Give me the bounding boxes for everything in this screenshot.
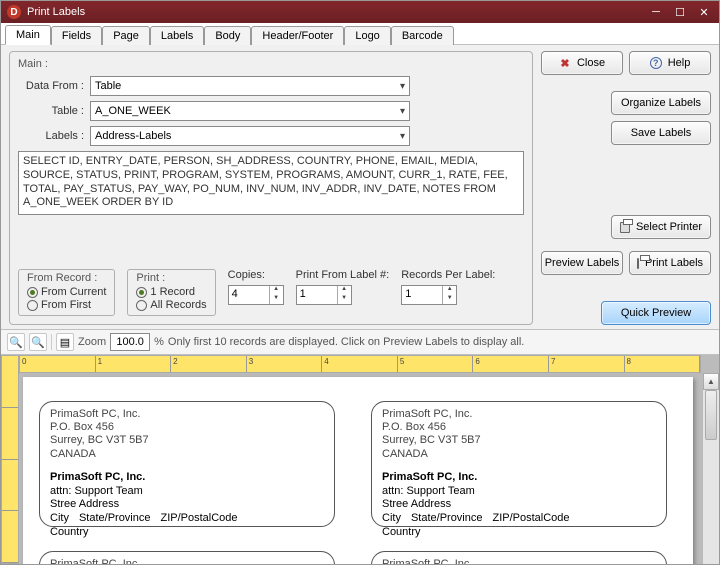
return-address: PrimaSoft PC, Inc. P.O. Box 456 Surrey, … (382, 558, 656, 564)
data-from-value: Table (95, 80, 121, 92)
label-card: PrimaSoft PC, Inc. P.O. Box 456 Surrey, … (39, 551, 335, 564)
radio-icon (136, 287, 147, 298)
labels-value: Address-Labels (95, 130, 171, 142)
copies-label: Copies: (228, 269, 284, 281)
preview-area: 012345678 PrimaSoft PC, Inc. P.O. Box 45… (1, 355, 719, 564)
minimize-button[interactable]: ─ (645, 4, 667, 20)
main-legend: Main : (18, 58, 524, 70)
labels-label: Labels : (18, 130, 90, 142)
recipient-address: PrimaSoft PC, Inc. attn: Support Team St… (382, 471, 656, 540)
table-value: A_ONE_WEEK (95, 105, 171, 117)
print-from-label-label: Print From Label #: (296, 269, 390, 281)
maximize-button[interactable]: ☐ (669, 4, 691, 20)
main-panel: Main : Data From : Table Table : A_ONE_W… (9, 51, 533, 325)
data-from-label: Data From : (18, 80, 90, 92)
table-combo[interactable]: A_ONE_WEEK (90, 101, 410, 121)
printer-icon (620, 222, 630, 233)
app-icon: D (7, 5, 21, 19)
window-title: Print Labels (27, 6, 643, 18)
save-labels-button[interactable]: Save Labels (611, 121, 711, 145)
print-title: Print : (136, 272, 206, 284)
label-card: PrimaSoft PC, Inc. P.O. Box 456 Surrey, … (371, 401, 667, 527)
print-from-spinner[interactable]: 1▲▼ (296, 285, 352, 305)
radio-icon (136, 300, 147, 311)
radio-icon (27, 300, 38, 311)
zoom-label: Zoom (78, 336, 106, 348)
from-current-radio[interactable]: From Current (27, 286, 106, 298)
tab-strip: Main Fields Page Labels Body Header/Foot… (1, 23, 719, 45)
tab-main[interactable]: Main (5, 25, 51, 45)
return-address: PrimaSoft PC, Inc. P.O. Box 456 Surrey, … (50, 408, 324, 461)
copies-value: 4 (229, 286, 269, 304)
from-record-group: From Record : From Current From First (18, 269, 115, 316)
data-from-combo[interactable]: Table (90, 76, 410, 96)
ruler-vertical (1, 355, 19, 564)
sql-textarea[interactable]: SELECT ID, ENTRY_DATE, PERSON, SH_ADDRES… (18, 151, 524, 215)
records-per-spinner[interactable]: 1▲▼ (401, 285, 457, 305)
label-card: PrimaSoft PC, Inc. P.O. Box 456 Surrey, … (39, 401, 335, 527)
print-labels-button[interactable]: Print Labels (629, 251, 711, 275)
preview-labels-button[interactable]: Preview Labels (541, 251, 623, 275)
scroll-up-icon[interactable]: ▲ (703, 373, 719, 390)
close-window-button[interactable]: ✕ (693, 4, 715, 20)
vertical-scrollbar[interactable]: ▲ (702, 373, 719, 564)
quick-preview-button[interactable]: Quick Preview (601, 301, 711, 325)
tab-logo[interactable]: Logo (344, 26, 390, 45)
toolbar-hint: Only first 10 records are displayed. Cli… (168, 336, 524, 348)
select-printer-button[interactable]: Select Printer (611, 215, 711, 239)
from-record-title: From Record : (27, 272, 106, 284)
help-icon: ? (650, 57, 662, 69)
print-group: Print : 1 Record All Records (127, 269, 215, 316)
copies-spinner[interactable]: 4▲▼ (228, 285, 284, 305)
zoom-percent: % (154, 336, 164, 348)
return-address: PrimaSoft PC, Inc. P.O. Box 456 Surrey, … (382, 408, 656, 461)
label-card: PrimaSoft PC, Inc. P.O. Box 456 Surrey, … (371, 551, 667, 564)
from-first-radio[interactable]: From First (27, 299, 106, 311)
preview-toolbar: 🔍 🔍 ▤ Zoom % Only first 10 records are d… (1, 329, 719, 355)
tab-barcode[interactable]: Barcode (391, 26, 454, 45)
zoom-input[interactable] (110, 333, 150, 351)
side-button-column: ✖Close ?Help Organize Labels Save Labels… (541, 51, 711, 325)
tab-page[interactable]: Page (102, 26, 150, 45)
print-from-value: 1 (297, 286, 337, 304)
preview-page: PrimaSoft PC, Inc. P.O. Box 456 Surrey, … (23, 377, 693, 564)
records-per-value: 1 (402, 286, 442, 304)
page-icon[interactable]: ▤ (56, 333, 74, 351)
tab-fields[interactable]: Fields (51, 26, 102, 45)
radio-icon (27, 287, 38, 298)
ruler-horizontal: 012345678 (19, 355, 701, 373)
recipient-address: PrimaSoft PC, Inc. attn: Support Team St… (50, 471, 324, 540)
organize-labels-button[interactable]: Organize Labels (611, 91, 711, 115)
tab-body[interactable]: Body (204, 26, 251, 45)
labels-combo[interactable]: Address-Labels (90, 126, 410, 146)
records-per-label-label: Records Per Label: (401, 269, 495, 281)
return-address: PrimaSoft PC, Inc. P.O. Box 456 Surrey, … (50, 558, 324, 564)
scroll-thumb[interactable] (705, 390, 717, 440)
table-label: Table : (18, 105, 90, 117)
tab-header-footer[interactable]: Header/Footer (251, 26, 344, 45)
zoom-out-icon[interactable]: 🔍 (29, 333, 47, 351)
print-all-radio[interactable]: All Records (136, 299, 206, 311)
close-icon: ✖ (559, 57, 571, 69)
close-button[interactable]: ✖Close (541, 51, 623, 75)
print-one-radio[interactable]: 1 Record (136, 286, 206, 298)
help-button[interactable]: ?Help (629, 51, 711, 75)
zoom-in-icon[interactable]: 🔍 (7, 333, 25, 351)
printer-icon (637, 258, 639, 269)
title-bar: D Print Labels ─ ☐ ✕ (1, 1, 719, 23)
tab-labels[interactable]: Labels (150, 26, 204, 45)
